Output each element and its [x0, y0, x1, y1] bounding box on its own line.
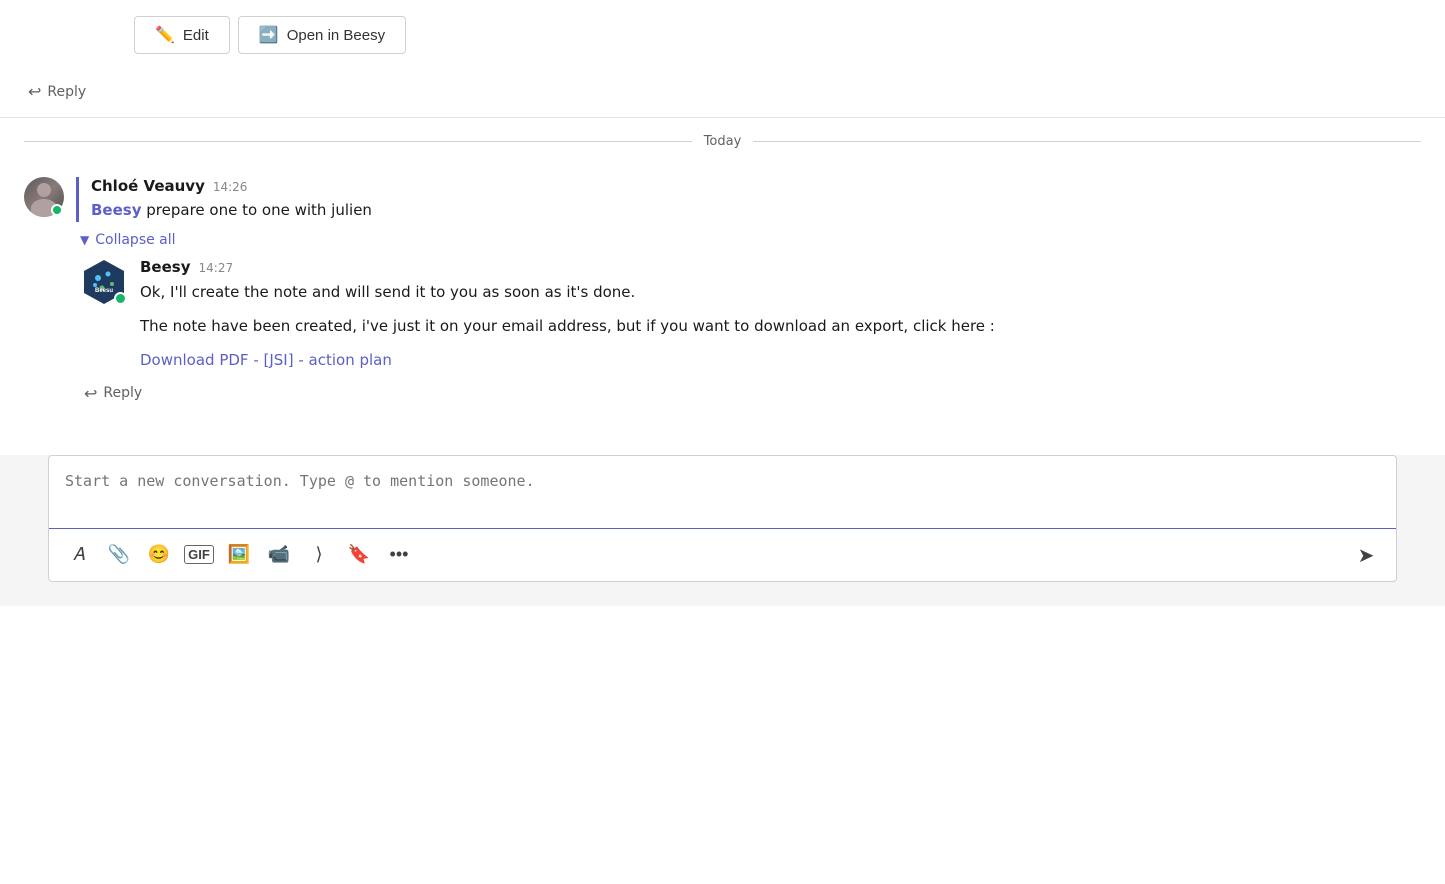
bottom-reply-link[interactable]: ↩ Reply — [84, 372, 1397, 407]
bot-author-row: Beesy 14:27 — [140, 258, 1397, 276]
edit-button-label: Edit — [183, 27, 209, 44]
action-buttons: ✏️ Edit ➡️ Open in Beesy — [134, 16, 1421, 54]
top-message-block: ✏️ Edit ➡️ Open in Beesy ↩ Reply — [0, 0, 1445, 118]
main-message-block: Chloé Veauvy 14:26 Beesy prepare one to … — [0, 165, 1445, 431]
bot-message-text: Ok, I'll create the note and will send i… — [140, 280, 1397, 372]
collapse-label: Collapse all — [95, 232, 175, 248]
chat-container: ✏️ Edit ➡️ Open in Beesy ↩ Reply Today — [0, 0, 1445, 884]
bot-message-inner: Beesu Beesy 14:27 Ok, I'll create the no… — [80, 258, 1397, 372]
bottom-reply-label: Reply — [103, 385, 142, 401]
bot-line1: Ok, I'll create the note and will send i… — [140, 280, 1397, 304]
bot-message-block: Beesu Beesy 14:27 Ok, I'll create the no… — [80, 258, 1397, 407]
avatar-wrap — [24, 177, 64, 217]
download-pdf-link[interactable]: Download PDF - [JSI] - action plan — [140, 351, 392, 369]
attach-icon: 📎 — [108, 544, 130, 565]
collapse-all-row[interactable]: ▼ Collapse all — [80, 232, 1421, 248]
date-label: Today — [704, 134, 742, 149]
bot-content: Beesy 14:27 Ok, I'll create the note and… — [140, 258, 1397, 372]
more-button[interactable]: ••• — [381, 537, 417, 573]
messages-area: ✏️ Edit ➡️ Open in Beesy ↩ Reply Today — [0, 0, 1445, 884]
edit-icon: ✏️ — [155, 25, 175, 45]
format-button[interactable]: 𝐴 — [61, 537, 97, 573]
edit-button[interactable]: ✏️ Edit — [134, 16, 230, 54]
loop-icon: ⟩ — [315, 544, 322, 565]
open-button-label: Open in Beesy — [287, 27, 385, 44]
image-icon: 🖼️ — [228, 544, 250, 565]
bot-status-dot — [114, 292, 127, 305]
emoji-icon: 😊 — [148, 544, 170, 565]
bot-time: 14:27 — [199, 261, 234, 275]
svg-text:Beesu: Beesu — [95, 288, 113, 294]
image-button[interactable]: 🖼️ — [221, 537, 257, 573]
emoji-button[interactable]: 😊 — [141, 537, 177, 573]
author-name: Chloé Veauvy — [91, 177, 205, 195]
message-body: prepare one to one with julien — [142, 201, 372, 219]
message-time: 14:26 — [213, 180, 248, 194]
top-reply-link[interactable]: ↩ Reply — [28, 70, 1421, 117]
compose-area: 𝐴 📎 😊 GIF 🖼️ 📹 — [48, 455, 1397, 582]
bot-line2: The note have been created, i've just it… — [140, 314, 1397, 338]
status-dot — [51, 204, 63, 216]
date-divider: Today — [0, 118, 1445, 165]
more-icon: ••• — [390, 544, 409, 565]
beesy-mention: Beesy — [91, 201, 142, 219]
message-content-wrap: Chloé Veauvy 14:26 Beesy prepare one to … — [76, 177, 1421, 222]
format-icon: 𝐴 — [73, 544, 85, 565]
send-icon: ➤ — [1358, 543, 1375, 567]
reply-arrow-icon: ↩ — [28, 82, 41, 101]
loop-button[interactable]: ⟩ — [301, 537, 337, 573]
compose-input[interactable] — [49, 456, 1396, 524]
message-header-row: Chloé Veauvy 14:26 Beesy prepare one to … — [24, 177, 1421, 222]
gif-button[interactable]: GIF — [181, 537, 217, 573]
send-button[interactable]: ➤ — [1348, 537, 1384, 573]
open-in-beesy-button[interactable]: ➡️ Open in Beesy — [238, 16, 406, 54]
video-icon: 📹 — [268, 544, 290, 565]
bookmark-button[interactable]: 🔖 — [341, 537, 377, 573]
open-icon: ➡️ — [259, 25, 279, 45]
attach-button[interactable]: 📎 — [101, 537, 137, 573]
bot-name: Beesy — [140, 258, 191, 276]
bot-avatar-wrap: Beesu — [80, 258, 128, 306]
compose-toolbar: 𝐴 📎 😊 GIF 🖼️ 📹 — [49, 528, 1396, 581]
collapse-arrow-icon: ▼ — [80, 233, 89, 247]
bookmark-icon: 🔖 — [348, 544, 370, 565]
author-row: Chloé Veauvy 14:26 — [91, 177, 1421, 195]
message-text: Beesy prepare one to one with julien — [91, 199, 1421, 222]
top-reply-label: Reply — [47, 84, 86, 100]
gif-icon: GIF — [184, 545, 214, 564]
reply-arrow-bottom-icon: ↩ — [84, 384, 97, 403]
video-button[interactable]: 📹 — [261, 537, 297, 573]
